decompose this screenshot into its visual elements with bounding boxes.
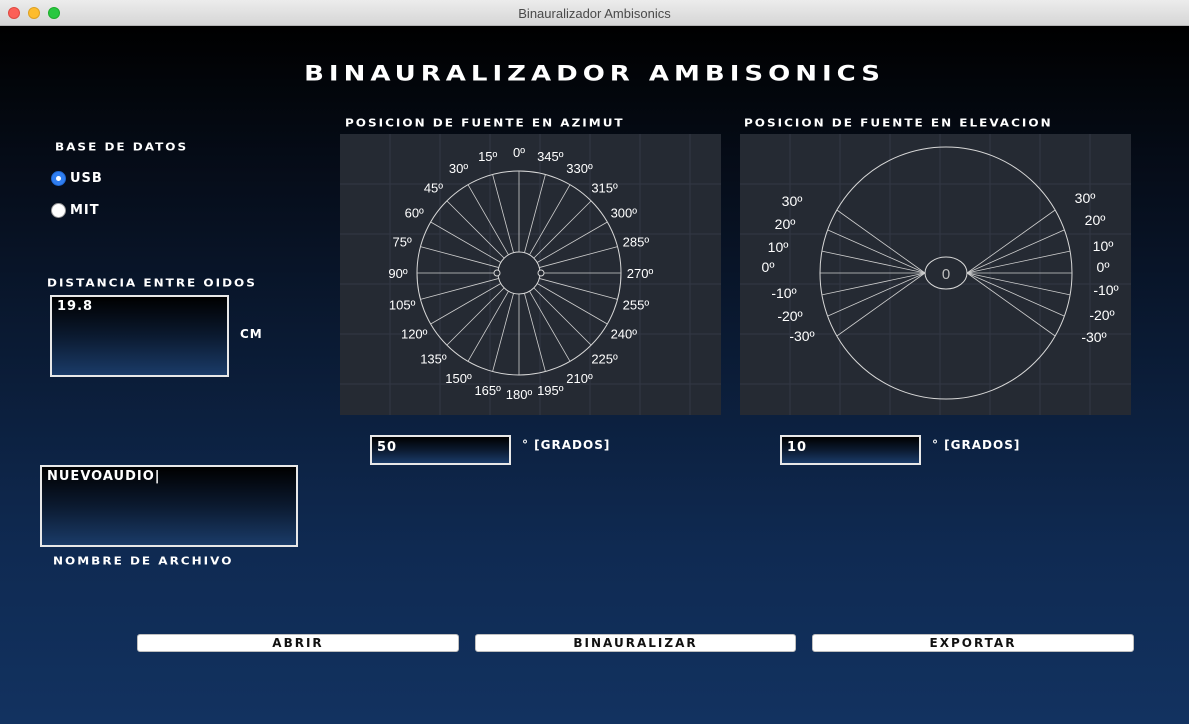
azimuth-spoke (539, 246, 618, 268)
elevation-angle-label-left: 30º (782, 193, 803, 209)
azimuth-angle-label: 225º (591, 352, 618, 367)
azimuth-angle-label: 165º (474, 383, 501, 398)
elevation-unit: ° [GRADOS] (932, 438, 1021, 452)
mit-radio-label: MIT (70, 203, 100, 218)
window-titlebar: Binauralizador Ambisonics (0, 0, 1189, 26)
azimuth-angle-label: 345º (537, 149, 564, 164)
elevation-center-label: 0 (942, 266, 950, 283)
azimuth-spoke (529, 290, 571, 362)
elevation-angle-label-right: -30º (1081, 329, 1106, 345)
azimuth-angle-label: 30º (449, 161, 468, 176)
ear-distance-label: DISTANCIA ENTRE OIDOS (47, 277, 257, 289)
azimuth-spoke (524, 293, 546, 372)
azimuth-spoke (539, 278, 618, 300)
elevation-angle-label-left: 10º (768, 239, 789, 255)
azimuth-spoke (420, 278, 499, 300)
azimuth-spoke (533, 200, 592, 259)
azimuth-spoke (492, 174, 514, 253)
elevation-angle-label-right: -10º (1093, 282, 1118, 298)
app-content: BINAURALIZADOR AMBISONICS BASE DE DATOS … (0, 26, 1189, 724)
open-button[interactable]: ABRIR (137, 634, 459, 652)
elevation-input[interactable]: 10 (780, 435, 921, 465)
usb-radio[interactable] (51, 171, 66, 186)
ear-distance-unit: CM (240, 327, 263, 341)
elevation-angle-label-right: -20º (1089, 307, 1114, 323)
azimuth-angle-label: 255º (623, 297, 650, 312)
azimuth-angle-label: 90º (388, 266, 407, 281)
azimuth-spoke (536, 283, 608, 325)
export-button[interactable]: EXPORTAR (812, 634, 1134, 652)
azimuth-angle-label: 195º (537, 383, 564, 398)
elevation-ray-left (827, 229, 926, 274)
file-name-label: NOMBRE DE ARCHIVO (53, 555, 234, 567)
azimuth-spoke (492, 293, 514, 372)
azimuth-plot[interactable]: 0º 15º 30º 45º 60º 75º 90º 105º 120º 135º 150º 165º… (340, 134, 721, 415)
elevation-ray-right (966, 272, 1065, 317)
azimuth-spoke (467, 290, 509, 362)
azimuth-angle-label: 15º (478, 149, 497, 164)
elevation-ray-right (966, 229, 1065, 274)
elevation-angle-label-left: 0º (762, 259, 775, 275)
window-title: Binauralizador Ambisonics (518, 6, 671, 21)
azimuth-angle-label: 135º (420, 352, 447, 367)
azimuth-unit: ° [GRADOS] (522, 438, 611, 452)
right-ear-marker (537, 269, 545, 277)
azimuth-spoke (536, 221, 608, 263)
azimuth-angle-label: 45º (424, 180, 443, 195)
azimuth-label: POSICION DE FUENTE EN AZIMUT (345, 117, 625, 129)
elevation-chart: 0 30º 20º 10º 0º -10º -20º -30º 30º 20º 10º 0º -10º -… (740, 134, 1131, 415)
elevation-angle-label-left: -30º (789, 328, 814, 344)
azimuth-head-circle (497, 251, 541, 295)
azimuth-angle-label: 285º (623, 235, 650, 250)
elevation-angle-label-right: 20º (1085, 212, 1106, 228)
azimuth-angle-label: 105º (389, 297, 416, 312)
database-label: BASE DE DATOS (55, 141, 189, 153)
azimuth-polar-chart: 0º 15º 30º 45º60º 75º 90º 105º 120º 135º 150º165º… (340, 134, 721, 415)
elevation-label: POSICION DE FUENTE EN ELEVACION (744, 117, 1053, 129)
azimuth-angle-label: 315º (591, 180, 618, 195)
database-option-mit[interactable]: MIT (51, 203, 100, 218)
azimuth-spoke (420, 246, 499, 268)
binauralize-button[interactable]: BINAURALIZAR (475, 634, 796, 652)
azimuth-angle-label: 0º (513, 145, 525, 160)
elevation-angle-label-right: 30º (1075, 190, 1096, 206)
azimuth-angle-label: 75º (393, 235, 412, 250)
azimuth-angle-label: 300º (611, 206, 638, 221)
azimuth-angle-label: 330º (566, 161, 593, 176)
app-title: BINAURALIZADOR AMBISONICS (304, 61, 885, 87)
azimuth-angle-label: 120º (401, 327, 428, 342)
elevation-angle-label-left: -10º (771, 285, 796, 301)
azimuth-spoke (446, 287, 505, 346)
database-option-usb[interactable]: USB (51, 171, 103, 186)
mit-radio[interactable] (51, 203, 66, 218)
azimuth-spoke (467, 184, 509, 256)
azimuth-spoke (529, 184, 571, 256)
azimuth-input[interactable]: 50 (370, 435, 511, 465)
elevation-plot[interactable]: 0 30º 20º 10º 0º -10º -20º -30º 30º 20º 10º 0º -10º -… (740, 134, 1131, 415)
elevation-angle-label-right: 0º (1097, 259, 1110, 275)
azimuth-angle-label: 240º (611, 327, 638, 342)
file-name-input[interactable]: NUEVOAUDIO| (40, 465, 298, 547)
azimuth-angle-label: 180º (506, 387, 533, 402)
left-ear-marker (493, 269, 501, 277)
azimuth-angle-label: 210º (566, 371, 593, 386)
usb-radio-label: USB (70, 171, 103, 186)
azimuth-angle-label: 60º (405, 206, 424, 221)
elevation-angle-label-left: 20º (775, 216, 796, 232)
elevation-ray-left (827, 272, 926, 317)
elevation-angle-label-right: 10º (1093, 238, 1114, 254)
azimuth-spoke (524, 174, 546, 253)
azimuth-spoke (533, 287, 592, 346)
ear-distance-input[interactable]: 19.8 (50, 295, 229, 377)
azimuth-spoke (446, 200, 505, 259)
azimuth-angle-label: 270º (627, 266, 654, 281)
elevation-angle-label-left: -20º (777, 308, 802, 324)
azimuth-angle-label: 150º (445, 371, 472, 386)
